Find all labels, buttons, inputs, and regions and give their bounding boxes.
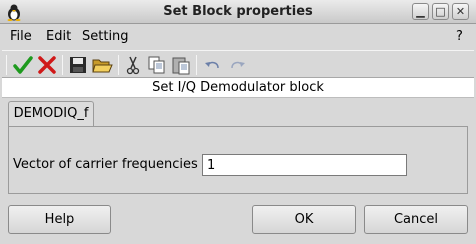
block-title: Set I/Q Demodulator block <box>2 78 474 98</box>
toolbar-separator <box>196 55 197 75</box>
menu-edit[interactable]: Edit <box>46 29 71 44</box>
menu-bar: File Edit Setting ? <box>0 25 476 47</box>
maximize-icon: □ <box>435 5 446 18</box>
cancel-button[interactable]: Cancel <box>364 205 468 234</box>
open-folder-icon[interactable] <box>91 54 113 76</box>
ok-button[interactable]: OK <box>252 205 356 234</box>
toolbar-separator <box>118 55 119 75</box>
carrier-frequencies-label: Vector of carrier frequencies <box>13 157 198 172</box>
menu-setting[interactable]: Setting <box>82 29 129 44</box>
toolbar-separator <box>62 55 63 75</box>
cross-icon[interactable] <box>36 54 58 76</box>
window-title: Set Block properties <box>163 4 313 19</box>
maximize-button[interactable]: □ <box>432 3 449 20</box>
copy-icon[interactable] <box>146 54 168 76</box>
minimize-button[interactable]: ▁ <box>412 3 429 20</box>
close-icon: ✕ <box>455 5 466 18</box>
menu-help[interactable]: ? <box>456 29 463 44</box>
minimize-icon: ▁ <box>416 5 425 18</box>
tab-panel: Vector of carrier frequencies <box>8 126 468 194</box>
carrier-frequencies-input[interactable] <box>202 154 407 176</box>
cut-icon[interactable] <box>122 54 144 76</box>
redo-icon[interactable] <box>226 54 248 76</box>
paste-icon[interactable] <box>170 54 192 76</box>
toolbar-separator <box>6 55 7 75</box>
toolbar <box>2 50 474 78</box>
save-icon[interactable] <box>67 54 89 76</box>
close-window-button[interactable]: ✕ <box>452 3 469 20</box>
help-button[interactable]: Help <box>8 205 111 234</box>
undo-icon[interactable] <box>202 54 224 76</box>
title-bar: Set Block properties ▁ □ ✕ <box>0 0 476 24</box>
checkmark-icon[interactable] <box>12 54 34 76</box>
tab-demodiq-f[interactable]: DEMODIQ_f <box>8 101 94 127</box>
menu-file[interactable]: File <box>10 29 32 44</box>
